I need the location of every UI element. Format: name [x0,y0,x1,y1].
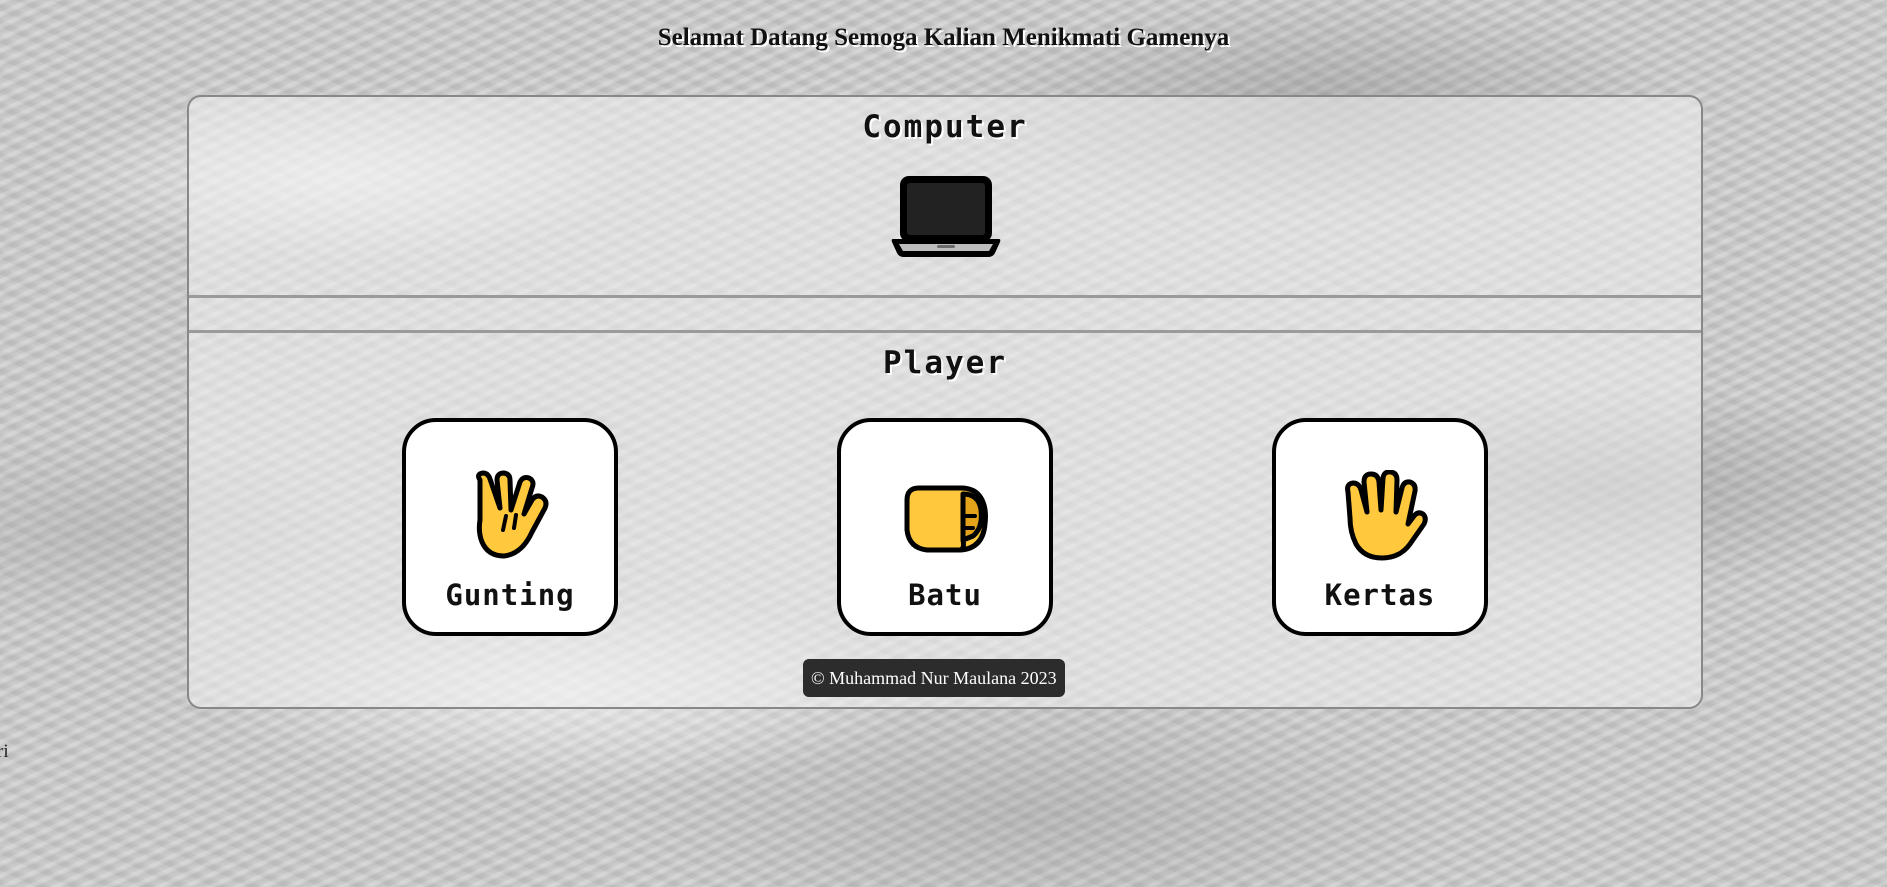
choice-kertas-button[interactable]: Kertas [1272,418,1488,636]
choice-batu-button[interactable]: Batu [837,418,1053,636]
divider-bottom [189,330,1701,333]
game-panel: Computer Player Gunting Batu Kertas © Mu [187,95,1703,709]
fist-icon [904,485,988,553]
choice-gunting-button[interactable]: Gunting [402,418,618,636]
vulcan-salute-hand-icon [476,470,549,559]
choice-label: Batu [908,578,982,612]
page-title: Selamat Datang Semoga Kalian Menikmati G… [657,24,1230,51]
copyright-footer: © Muhammad Nur Maulana 2023 [803,659,1065,697]
laptop-icon [891,176,1001,257]
choice-label: Kertas [1324,578,1436,612]
raised-hand-icon [1345,470,1428,561]
choice-label: Gunting [445,578,575,612]
computer-heading: Computer [862,109,1028,145]
result-area [189,298,1701,330]
edge-text: ri [0,741,9,762]
player-heading: Player [883,345,1007,381]
